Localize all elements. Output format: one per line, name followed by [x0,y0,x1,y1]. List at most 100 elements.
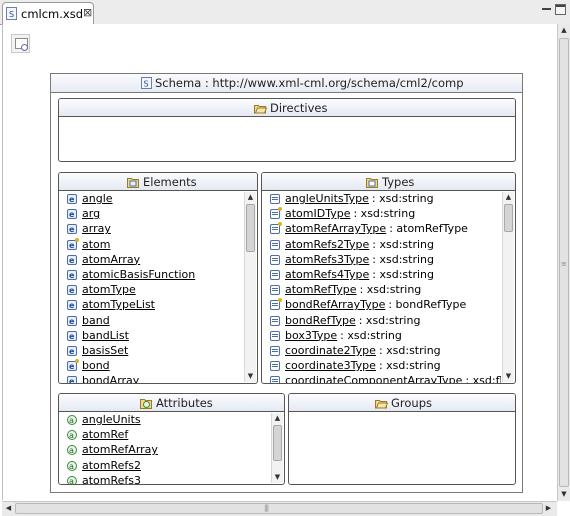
scroll-up-arrow-icon[interactable]: ▲ [560,26,568,35]
element-icon [67,192,77,207]
type-base-type: : atomRefType [389,222,468,236]
scroll-down-arrow-icon[interactable]: ▼ [246,372,255,381]
scroll-up-arrow-icon[interactable]: ▲ [504,193,513,202]
type-list-item[interactable]: atomRefArrayType: atomRefType [262,221,501,236]
simple-type-icon [270,330,280,341]
attributes-title: Attributes [156,396,213,410]
element-icon [67,374,77,383]
attribute-name: atomRefs2 [82,458,142,472]
types-scrollbar[interactable]: ▲ ▼ [502,192,514,382]
attribute-name: angleUnits [82,413,141,426]
simple-type-icon [270,239,280,250]
simple-type-icon [270,315,280,326]
scroll-down-arrow-icon[interactable]: ▼ [273,473,282,482]
element-name: bondArray [82,374,140,383]
scroll-down-arrow-icon[interactable]: ▼ [560,490,568,499]
directives-panel[interactable]: Directives [58,98,516,162]
attribute-name: atomRef [82,428,129,442]
type-name: bondRefArrayType [285,298,386,312]
maximize-icon[interactable] [555,4,566,15]
type-base-type: : xsd:string [372,237,435,251]
attribute-list-item[interactable]: atomRefs3 [59,473,270,484]
element-list-item[interactable]: array [59,221,243,238]
type-list-item[interactable]: bondRefArrayType: bondRefType [262,297,501,312]
type-list-item[interactable]: atomRefs2Type: xsd:string [262,237,501,252]
element-name: atomicBasisFunction [82,267,196,281]
grip-icon: ||| [264,504,269,512]
type-base-type: : xsd:string [371,192,434,205]
element-icon [67,222,77,238]
complex-type-icon [270,298,282,311]
groups-panel[interactable]: Groups [288,393,516,485]
type-list-item[interactable]: coordinate2Type: xsd:string [262,343,501,358]
attribute-list-item[interactable]: atomRefArray [59,442,270,459]
editor-horizontal-scrollbar[interactable]: ◀ ||| ▶ [2,501,557,516]
element-list-item[interactable]: atom [59,237,243,253]
scroll-left-arrow-icon[interactable]: ◀ [4,504,13,513]
directives-title: Directives [270,101,328,115]
types-scroll-thumb[interactable] [504,204,513,232]
attribute-list-item[interactable]: atomRef [59,427,270,443]
simple-type-icon [270,285,280,296]
attribute-name: atomRefArray [82,443,158,457]
type-base-type: : xsd:fl [465,374,501,383]
complex-element-icon [67,359,79,374]
element-icon [67,253,77,268]
element-icon [67,207,77,222]
editor-hscroll-thumb[interactable] [15,503,543,514]
element-list-item[interactable]: band [59,313,243,329]
element-icon [67,329,77,344]
minimize-icon[interactable] [541,4,552,15]
element-name: atom [82,237,111,251]
element-list-item[interactable]: atomicBasisFunction [59,267,243,283]
attributes-scroll-thumb[interactable] [273,425,282,461]
element-name: bandList [82,328,129,342]
type-list-item[interactable]: bondRefType: xsd:string [262,313,501,328]
attribute-icon [67,413,77,428]
editor-tab-cmlcm-xsd[interactable]: S cmlcm.xsd ⊠ [2,2,94,24]
element-list-item[interactable]: atomType [59,282,243,298]
type-base-type: : xsd:string [372,252,435,266]
show-schema-view-button[interactable] [11,34,30,53]
element-name: angle [82,192,113,205]
element-list-item[interactable]: basisSet [59,343,243,359]
element-list-item[interactable]: bondArray [59,373,243,383]
type-list-item[interactable]: atomRefType: xsd:string [262,282,501,297]
type-name: coordinateComponentArrayType [285,374,463,383]
tab-close-icon[interactable]: ⊠ [83,6,92,19]
type-list-item[interactable]: atomRefs3Type: xsd:string [262,252,501,267]
attribute-list-item[interactable]: angleUnits [59,412,270,428]
element-list-item[interactable]: arg [59,206,243,222]
editor-vertical-scrollbar[interactable]: ▲ ≡ ▼ [557,24,570,501]
element-list-item[interactable]: angle [59,191,243,207]
scroll-down-arrow-icon[interactable]: ▼ [504,372,513,381]
scroll-up-arrow-icon[interactable]: ▲ [246,193,255,202]
element-list-item[interactable]: atomTypeList [59,297,243,314]
element-list-item[interactable]: bond [59,358,243,374]
element-list-item[interactable]: atomArray [59,252,243,268]
type-base-type: : xsd:string [378,343,441,357]
groups-title: Groups [391,396,433,410]
type-list-item[interactable]: atomRefs4Type: xsd:string [262,267,501,282]
attributes-scrollbar[interactable]: ▲ ▼ [271,413,283,483]
scroll-up-arrow-icon[interactable]: ▲ [273,414,282,423]
types-folder-icon [366,178,378,188]
element-list-item[interactable]: bandList [59,328,243,344]
type-list-item[interactable]: coordinateComponentArrayType: xsd:fl [262,373,501,383]
element-icon [67,268,77,283]
scroll-right-arrow-icon[interactable]: ▶ [544,504,553,513]
type-base-type: : bondRefType [388,298,467,312]
elements-scrollbar[interactable]: ▲ ▼ [244,192,256,382]
type-name: atomRefArrayType [285,222,387,236]
directives-header: Directives [59,99,515,117]
type-list-item[interactable]: angleUnitsType: xsd:string [262,191,501,206]
elements-scroll-thumb[interactable] [246,204,255,252]
type-list-item[interactable]: atomIDType: xsd:string [262,206,501,221]
type-name: bondRefType [285,313,356,327]
element-name: atomArray [82,252,141,266]
attribute-list-item[interactable]: atomRefs2 [59,458,270,474]
type-list-item[interactable]: box3Type: xsd:string [262,328,501,343]
attribute-icon [67,459,77,474]
folder-open-icon [254,105,267,114]
type-list-item[interactable]: coordinate3Type: xsd:string [262,358,501,373]
